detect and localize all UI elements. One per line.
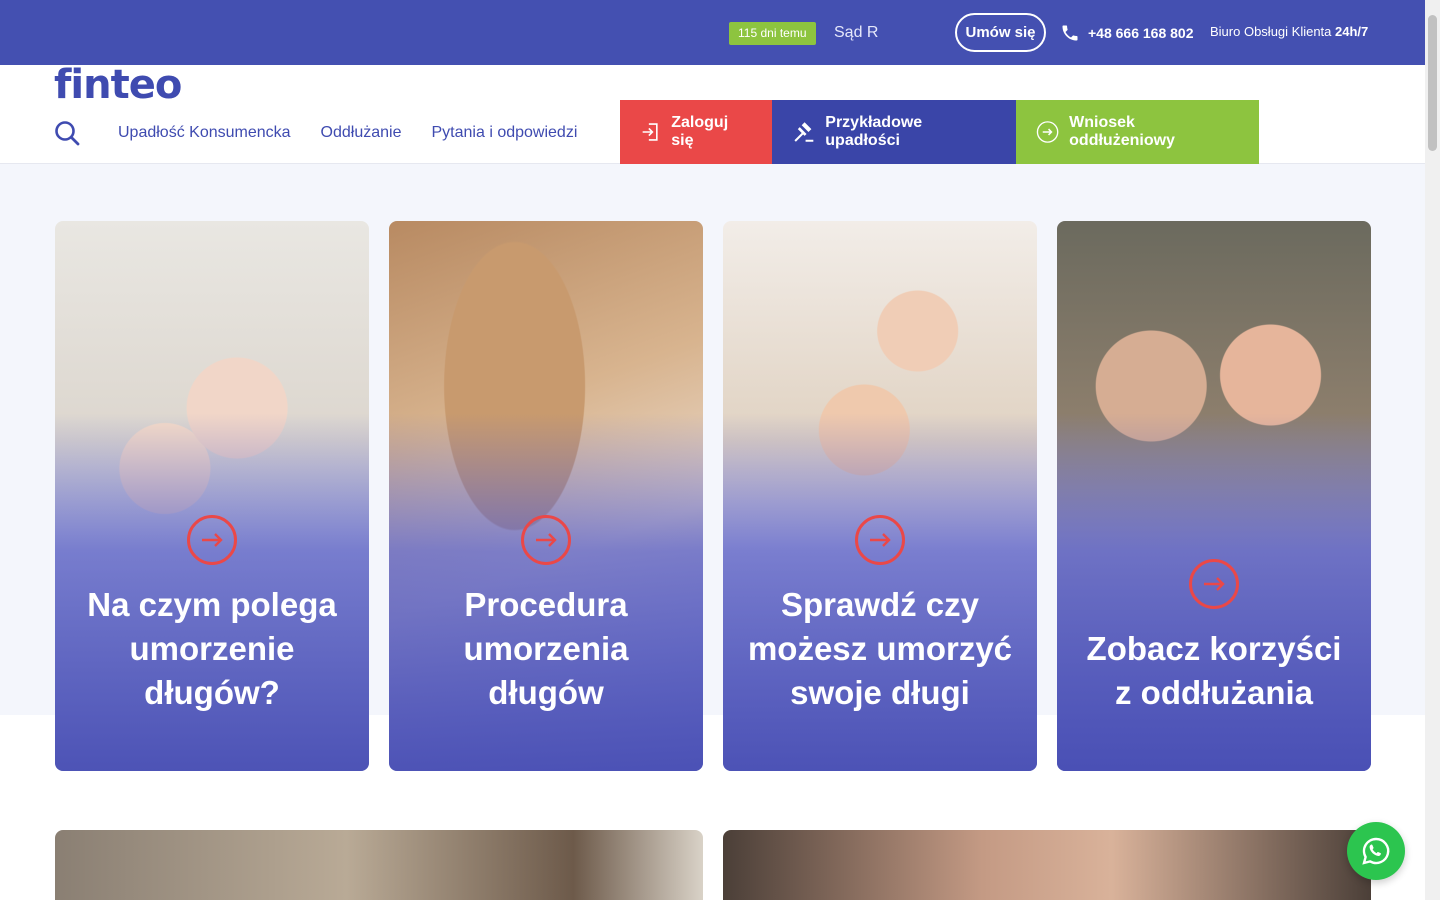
login-icon: [642, 123, 658, 141]
examples-label: Przykładowe upadłości: [825, 114, 923, 149]
whatsapp-icon: [1362, 837, 1390, 865]
logo[interactable]: finteo: [54, 62, 182, 108]
news-ticker[interactable]: Sąd R: [834, 22, 878, 44]
phone-icon: [1062, 25, 1078, 41]
search-icon[interactable]: [54, 120, 80, 146]
page-scrollbar[interactable]: [1425, 0, 1440, 900]
office-label: Biuro Obsługi Klienta: [1210, 24, 1332, 39]
office-hours: 24h/7: [1335, 24, 1369, 39]
card-title: Zobacz korzyści z oddłużania: [1086, 630, 1342, 711]
application-label: Wniosek oddłużeniowy: [1069, 114, 1175, 149]
customer-office: Biuro Obsługi Klienta 24h/7: [1210, 24, 1368, 39]
logo-text: finteo: [54, 62, 182, 108]
login-label: Zaloguj się: [671, 114, 729, 149]
card-procedure[interactable]: Procedura umorzenia długów: [389, 221, 703, 771]
top-bar: 115 dni temu Sąd R Umów się +48 666 168 …: [0, 0, 1425, 65]
gavel-icon: [794, 122, 814, 142]
example-bankruptcies-button[interactable]: Przykładowe upadłości: [772, 100, 1016, 164]
login-button[interactable]: Zaloguj się: [620, 100, 772, 164]
appointment-button[interactable]: Umów się: [955, 13, 1046, 52]
arrow-right-icon: [855, 515, 905, 565]
card-title: Sprawdź czy możesz umorzyć swoje długi: [747, 586, 1013, 711]
phone-number: +48 666 168 802: [1088, 25, 1194, 41]
card-benefits[interactable]: Zobacz korzyści z oddłużania: [1057, 221, 1371, 771]
phone-link[interactable]: +48 666 168 802: [1060, 22, 1194, 44]
card-title: Na czym polega umorzenie długów?: [87, 586, 337, 711]
nav-item-consumer-bankruptcy[interactable]: Upadłość Konsumencka: [118, 122, 291, 144]
card-eligibility-check[interactable]: Sprawdź czy możesz umorzyć swoje długi: [723, 221, 1037, 771]
card-photo-help-tiles[interactable]: [723, 830, 1371, 900]
news-date-badge: 115 dni temu: [729, 22, 816, 45]
arrow-right-icon: [521, 515, 571, 565]
card-photo-woman-window[interactable]: [55, 830, 703, 900]
main-nav: Upadłość Konsumencka Oddłużanie Pytania …: [118, 122, 577, 144]
arrow-right-icon: [187, 515, 237, 565]
nav-item-debt-relief[interactable]: Oddłużanie: [321, 122, 402, 144]
arrow-circle-icon: [1036, 121, 1059, 143]
debt-relief-application-button[interactable]: Wniosek oddłużeniowy: [1016, 100, 1259, 164]
whatsapp-chat-button[interactable]: [1347, 822, 1405, 880]
main-header: finteo Upadłość Konsumencka Oddłużanie P…: [0, 65, 1425, 164]
card-debt-cancellation[interactable]: Na czym polega umorzenie długów?: [55, 221, 369, 771]
arrow-right-icon: [1189, 559, 1239, 609]
card-title: Procedura umorzenia długów: [463, 586, 629, 711]
nav-item-faq[interactable]: Pytania i odpowiedzi: [432, 122, 578, 144]
scrollbar-thumb[interactable]: [1428, 15, 1437, 151]
